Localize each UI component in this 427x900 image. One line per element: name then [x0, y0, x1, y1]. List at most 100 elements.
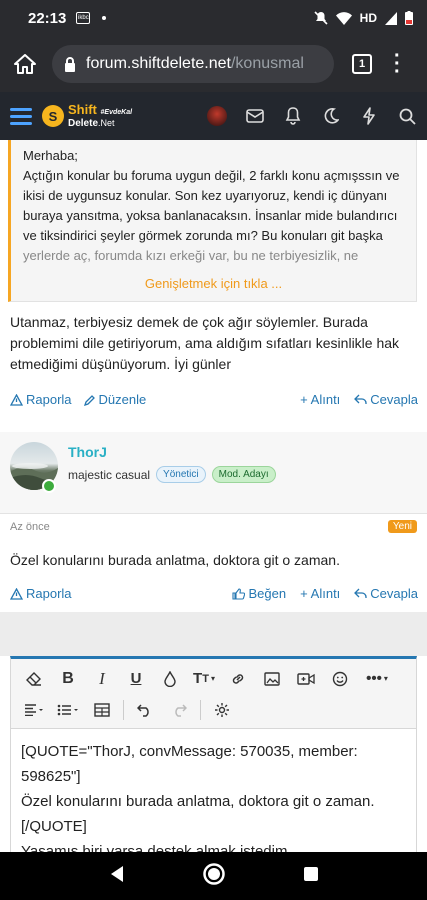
plus-icon: +	[300, 392, 308, 407]
editor-line: [/QUOTE]	[21, 818, 87, 835]
mute-icon	[314, 11, 328, 25]
address-bar[interactable]: forum.shiftdelete.net/konusmal	[52, 45, 334, 83]
user-avatar-menu[interactable]	[207, 106, 227, 126]
pencil-icon	[83, 394, 95, 406]
image-icon[interactable]	[255, 665, 289, 693]
like-label: Beğen	[248, 586, 287, 601]
media-icon[interactable]	[289, 665, 323, 693]
url-path: /konusmal	[230, 55, 304, 72]
user-title: majestic casual	[68, 467, 151, 482]
logo-word-net: .Net	[98, 117, 115, 128]
table-icon[interactable]	[85, 696, 119, 724]
home-icon[interactable]	[12, 51, 38, 77]
site-logo[interactable]: S Shift #EvdeKal Delete.Net	[42, 101, 133, 129]
logo-word-shift: Shift	[68, 101, 97, 117]
quote-button[interactable]: + Alıntı	[300, 392, 340, 407]
signal-icon	[385, 11, 397, 25]
system-status-bar: 22:13 ikbc HD	[0, 0, 427, 36]
quote-label: Alıntı	[310, 586, 341, 601]
editor-line: [QUOTE="ThorJ, convMessage: 570035, memb…	[21, 743, 358, 760]
thread-content[interactable]: Merhaba; Açtığın konular bu foruma uygun…	[0, 140, 427, 852]
report-label: Raporla	[26, 392, 72, 407]
system-navigation-bar	[0, 852, 427, 900]
home-button-icon[interactable]	[202, 862, 226, 891]
network-type: HD	[359, 11, 377, 25]
post-2-body: Özel konularını burada anlatma, doktora …	[10, 552, 340, 568]
post-2-actions: Raporla Beğen + Alıntı Cevapla	[10, 586, 418, 601]
eraser-icon[interactable]	[17, 665, 51, 693]
logo-mark-icon: S	[42, 105, 64, 127]
post-separator	[0, 620, 427, 656]
post-1-quote-card: Merhaba; Açtığın konular bu foruma uygun…	[0, 140, 427, 310]
wifi-icon	[335, 11, 352, 25]
list-icon[interactable]	[51, 696, 85, 724]
reply-label: Cevapla	[370, 392, 418, 407]
back-icon[interactable]	[109, 865, 125, 888]
editor-textarea[interactable]: [QUOTE="ThorJ, convMessage: 570035, memb…	[11, 729, 416, 852]
italic-icon[interactable]: I	[85, 665, 119, 693]
underline-icon[interactable]: U	[119, 665, 153, 693]
editor-line: Özel konularını burada anlatma, doktora …	[21, 793, 375, 810]
more-options-icon[interactable]: ••• ▾	[357, 665, 397, 693]
notification-dot-icon	[102, 16, 107, 20]
post-1-body: Utanmaz, terbiyesiz demek de çok ağır sö…	[10, 314, 400, 372]
avatar	[207, 106, 227, 126]
edit-button[interactable]: Düzenle	[83, 392, 146, 407]
battery-icon	[405, 11, 413, 25]
role-badge-mod-candidate: Mod. Adayı	[211, 466, 276, 483]
post-timestamp[interactable]: Az önce	[10, 521, 50, 533]
warning-icon	[10, 393, 23, 406]
reply-icon	[354, 394, 367, 404]
bell-icon[interactable]	[283, 106, 303, 126]
editor-line: Yaşamış biri varsa destek almak istedim,	[21, 843, 292, 852]
quote-label: Alıntı	[310, 392, 341, 407]
username-link[interactable]: ThorJ	[68, 444, 107, 460]
status-icons: HD	[314, 11, 413, 25]
toolbar-divider	[200, 699, 201, 720]
user-title-row: majestic casual Yönetici Mod. Adayı	[68, 466, 276, 483]
post-1-actions: Raporla Düzenle + Alıntı Cevapla	[10, 392, 418, 407]
role-badge-admin: Yönetici	[156, 466, 206, 483]
editor-line: 598625"]	[21, 768, 81, 785]
color-drop-icon[interactable]	[153, 665, 187, 693]
lightning-icon[interactable]	[359, 106, 379, 126]
plus-icon: +	[300, 586, 308, 601]
hamburger-menu-icon[interactable]	[10, 107, 32, 125]
font-size-icon[interactable]: T T ▾	[187, 665, 221, 693]
quote-text-faded: yerlerde aç, forumda kızı erkeği var, bu…	[23, 248, 359, 263]
site-header: S Shift #EvdeKal Delete.Net	[0, 92, 427, 140]
editor-toolbar: B I U T T ▾ ••• ▾	[11, 659, 416, 729]
post-2: ThorJ majestic casual Yönetici Mod. Aday…	[0, 432, 427, 612]
align-icon[interactable]	[17, 696, 51, 724]
logo-tag: #EvdeKal	[100, 108, 133, 116]
gear-icon[interactable]	[205, 696, 239, 724]
clock: 22:13	[28, 9, 67, 27]
bold-icon[interactable]: B	[51, 665, 85, 693]
moon-icon[interactable]	[321, 106, 341, 126]
quote-text: Merhaba; Açtığın konular bu foruma uygun…	[11, 140, 416, 268]
thumbs-up-icon	[232, 587, 246, 600]
lock-icon	[65, 56, 75, 72]
undo-icon[interactable]	[128, 696, 162, 724]
redo-icon[interactable]	[162, 696, 196, 724]
tab-switcher-button[interactable]: 1	[352, 54, 372, 74]
browser-toolbar: forum.shiftdelete.net/konusmal 1 · · ·	[0, 36, 427, 92]
search-icon[interactable]	[397, 106, 417, 126]
quote-text-visible: Merhaba; Açtığın konular bu foruma uygun…	[23, 148, 400, 243]
online-status-icon	[42, 479, 56, 493]
inbox-icon[interactable]	[245, 106, 265, 126]
new-badge: Yeni	[387, 520, 417, 533]
like-button[interactable]: Beğen	[232, 586, 286, 601]
browser-menu-icon[interactable]: · · ·	[394, 46, 401, 82]
reply-button[interactable]: Cevapla	[354, 586, 418, 601]
report-button[interactable]: Raporla	[10, 392, 72, 407]
quote-button[interactable]: + Alıntı	[300, 586, 340, 601]
smiley-icon[interactable]	[323, 665, 357, 693]
recents-icon[interactable]	[303, 866, 319, 887]
reply-button[interactable]: Cevapla	[354, 392, 418, 407]
link-icon[interactable]	[221, 665, 255, 693]
rich-text-editor: B I U T T ▾ ••• ▾ [QUOTE="ThorJ, convMes…	[10, 656, 417, 852]
warning-icon	[10, 587, 23, 600]
report-button[interactable]: Raporla	[10, 586, 72, 601]
expand-quote-link[interactable]: Genişletmek için tıkla ...	[11, 276, 416, 291]
